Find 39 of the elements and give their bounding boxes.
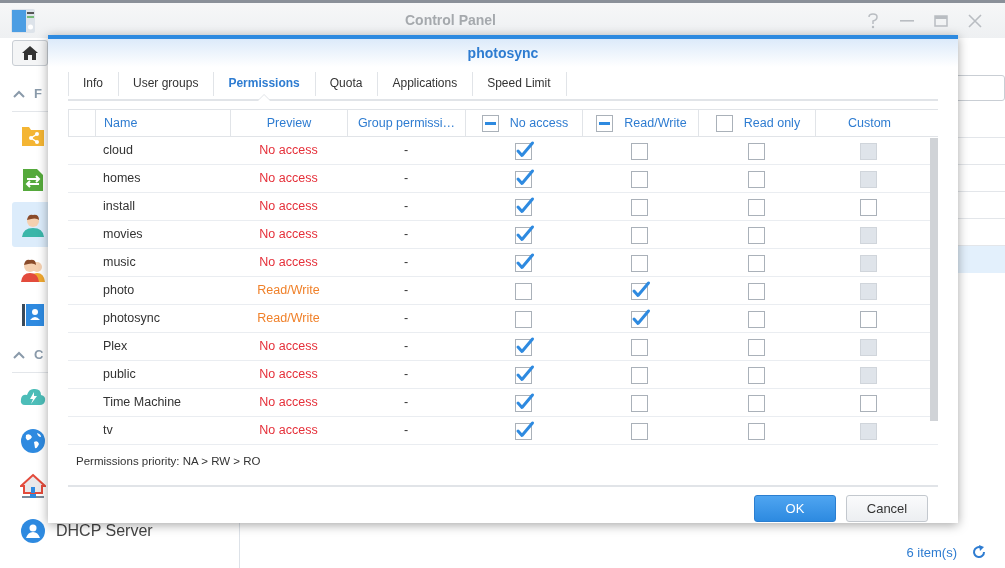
table-cell: - <box>403 143 409 158</box>
table-cell: No access <box>259 199 318 214</box>
table-cell: - <box>403 283 409 298</box>
table-cell: - <box>403 423 409 438</box>
table-cell: movies <box>103 227 143 242</box>
table-cell: No access <box>259 227 318 242</box>
item-count: 6 item(s) <box>906 543 957 562</box>
table-cell: Read/Write <box>257 311 320 326</box>
section-header: C <box>34 345 44 364</box>
table-cell: - <box>403 227 409 242</box>
table-cell: - <box>403 255 409 270</box>
table-cell: No access <box>259 367 318 382</box>
table-cell: photo <box>103 283 135 298</box>
table-cell: No access <box>259 143 318 158</box>
table-cell: No access <box>259 255 318 270</box>
section-header: F <box>34 84 42 103</box>
table-cell: tv <box>103 423 113 438</box>
table-cell: No access <box>259 171 318 186</box>
table-cell: Read/Write <box>257 283 320 298</box>
window-title: Control Panel <box>405 12 496 28</box>
dialog-title: photosync <box>467 45 539 61</box>
table-cell: - <box>403 311 409 326</box>
priority-note: Permissions priority: NA > RW > RO <box>76 455 261 467</box>
table-cell: cloud <box>103 143 133 158</box>
table-cell: Time Machine <box>103 395 182 410</box>
table-cell: - <box>403 199 409 214</box>
table-cell: homes <box>103 171 141 186</box>
table-cell: - <box>403 339 409 354</box>
table-cell: No access <box>259 423 318 438</box>
table-cell: public <box>103 367 136 382</box>
table-cell: - <box>403 367 409 382</box>
table-cell: Plex <box>103 339 128 354</box>
table-cell: - <box>403 171 409 186</box>
table-cell: No access <box>259 339 318 354</box>
table-cell: - <box>403 395 409 410</box>
table-cell: install <box>103 199 135 214</box>
table-cell: No access <box>259 395 318 410</box>
table-cell: music <box>103 255 136 270</box>
table-cell: photosync <box>103 311 160 326</box>
